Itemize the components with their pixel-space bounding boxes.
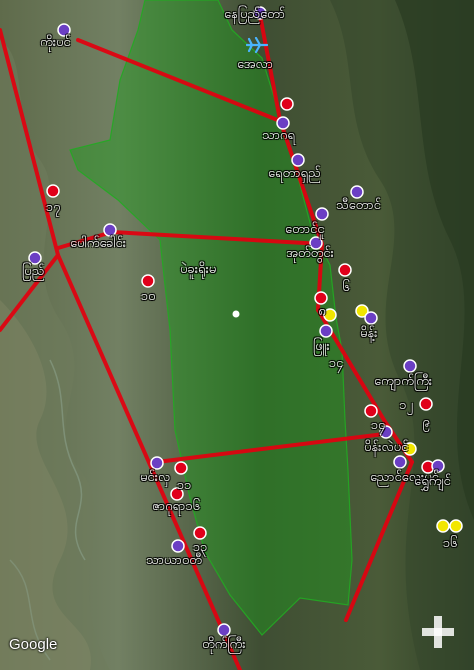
- red-marker: [280, 97, 294, 111]
- purple-marker: [28, 251, 42, 265]
- yellow-marker: [449, 519, 463, 533]
- place-label-tharyarwaddy: သာယာဝတီ: [146, 553, 202, 568]
- place-label-naypyitaw: နေပြည်တော်: [224, 7, 286, 22]
- place-label-shwegyin: ရွှေကျင်: [414, 474, 451, 489]
- red-marker: [174, 461, 188, 475]
- place-label-painglaypin: ပိန်းလဲပင်: [364, 440, 409, 455]
- place-label-paukkhaung: ပေါက်ခေါင်း: [70, 236, 127, 251]
- incident-count-label: ၁၄: [328, 356, 344, 371]
- map-background: [0, 0, 474, 670]
- purple-marker: [171, 539, 185, 553]
- place-label-okhtwin: အုတ်တွင်း: [286, 246, 334, 261]
- yellow-marker: [436, 519, 450, 533]
- red-marker: [193, 526, 207, 540]
- place-label-okpho: ဇာဂုရာ၁၆: [152, 499, 200, 514]
- purple-marker: [364, 311, 378, 325]
- place-label-yedashe: ရေတာရှည်: [268, 166, 321, 181]
- google-attribution: Google: [9, 636, 58, 653]
- place-label-min-nae: မိန့်း: [360, 326, 378, 341]
- purple-marker: [403, 359, 417, 373]
- center-point: [232, 310, 240, 318]
- incident-count-label: ၆: [342, 280, 350, 295]
- incident-count-label: ၉: [422, 415, 430, 430]
- place-label-pyay: ပြည်: [22, 264, 45, 279]
- purple-marker: [150, 456, 164, 470]
- purple-marker: [319, 324, 333, 338]
- incident-count-label: ၁၆: [442, 536, 458, 551]
- place-label-minhla: မင်းလှ: [140, 470, 171, 485]
- incident-count-label: ၁၂: [399, 398, 413, 413]
- plus-icon[interactable]: [416, 610, 460, 654]
- purple-marker: [315, 207, 329, 221]
- incident-count-label: ၁၇: [45, 200, 61, 215]
- red-marker: [314, 291, 328, 305]
- red-marker: [419, 397, 433, 411]
- incident-count-label: ၁၄: [370, 418, 386, 433]
- incident-count-label: ၈: [318, 304, 326, 319]
- purple-marker: [393, 455, 407, 469]
- place-label-ela: အေလာ: [237, 57, 274, 72]
- purple-marker: [350, 185, 364, 199]
- place-label-thitaung: သီတောင်: [336, 198, 381, 213]
- place-label-taungoo: တောင်ငူ: [285, 222, 325, 237]
- place-label-taikkyi: တိုက်ကြီး: [202, 637, 246, 652]
- purple-marker: [103, 223, 117, 237]
- purple-marker: [291, 153, 305, 167]
- place-label-bago-yoma: ပဲခူးရိုးမ: [180, 262, 217, 277]
- place-label-phyu: ဖြူး: [313, 339, 330, 354]
- incident-count-label: ၁၀: [140, 289, 156, 304]
- map-canvas[interactable]: နေပြည်တော် ကိုးပင် အေလာ သာဂရ ရေတာရှည် သီ…: [0, 0, 474, 670]
- place-label-kobin: ကိုးပင်: [40, 35, 71, 50]
- place-label-sagaria: သာဂရ: [262, 128, 295, 143]
- purple-marker: [217, 623, 231, 637]
- red-marker: [141, 274, 155, 288]
- airplane-icon: [246, 37, 268, 53]
- red-marker: [338, 263, 352, 277]
- yellow-marker: [323, 308, 337, 322]
- incident-count-label: ၁၁: [176, 478, 192, 493]
- place-label-kyaukkyi: ကျောက်ကြီး: [374, 374, 433, 389]
- red-marker: [46, 184, 60, 198]
- red-marker: [364, 404, 378, 418]
- incident-count-label: ၁၃: [192, 540, 208, 555]
